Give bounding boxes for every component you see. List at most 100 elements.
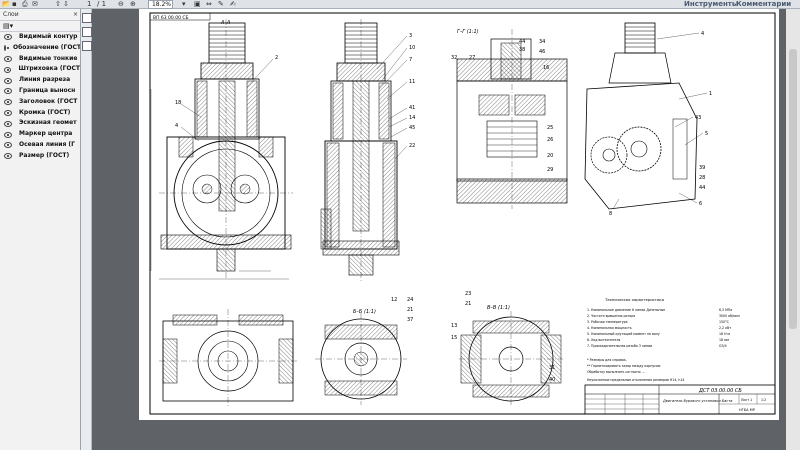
- callout-40: 40: [549, 377, 555, 383]
- print-icon[interactable]: ⎙: [22, 0, 28, 8]
- callout-4: 4: [175, 123, 178, 129]
- drawing-sheet: ВП 63 00.00 СБ А–А 2 18 4 3 10 7 11 41 1…: [139, 9, 779, 420]
- title-block: ДСТ 03.00.00 СБ Двигатель бурового устан…: [584, 384, 776, 415]
- callout-31: 31: [549, 365, 555, 371]
- comments-button[interactable]: Комментарии: [736, 0, 791, 8]
- tech-line: 4. Номинальная мощность: [587, 326, 632, 330]
- tech-value: 6,3 МПа: [719, 308, 732, 312]
- callout-18: 18: [175, 100, 181, 106]
- layers-tab-icon[interactable]: [82, 13, 92, 23]
- eye-icon[interactable]: [4, 45, 9, 52]
- title-org: НГБА МР: [739, 408, 755, 412]
- tech-value: 16 Н·м: [719, 332, 730, 336]
- title-name: Двигатель бурового установки Баста: [662, 399, 732, 403]
- tech-characteristics: Техническая характеристика 1. Номинально…: [587, 297, 740, 382]
- tech-value: 2,2 кВт: [719, 326, 731, 330]
- callout-43: 43: [695, 115, 701, 121]
- open-icon[interactable]: 📂: [2, 0, 11, 8]
- fit-width-icon[interactable]: ⇔: [206, 0, 212, 8]
- layers-panel-header: Слои ×: [0, 9, 80, 21]
- callout-21: 21: [465, 301, 471, 307]
- callout-23: 23: [465, 291, 471, 297]
- tech-value: 18 мм: [719, 338, 729, 342]
- layer-item[interactable]: Граница выносн: [0, 86, 80, 97]
- layer-item[interactable]: Эскизная геомет: [0, 118, 80, 129]
- eye-icon[interactable]: [4, 66, 12, 73]
- callout-27: 27: [469, 55, 475, 61]
- eye-icon[interactable]: [4, 120, 12, 127]
- callout-28: 28: [699, 175, 705, 181]
- callout-24: 24: [407, 297, 413, 303]
- page-number[interactable]: 1: [87, 0, 91, 8]
- tools-button[interactable]: Инструменты: [684, 0, 738, 8]
- close-icon[interactable]: ×: [73, 9, 78, 20]
- tech-line: 7. Присоединительная резьба 3 линии: [587, 344, 652, 348]
- layer-label: Осевая линия (Г: [19, 140, 75, 148]
- layer-label: Размер (ГОСТ): [19, 151, 70, 159]
- eye-icon[interactable]: [4, 55, 12, 62]
- callout-46: 46: [539, 49, 545, 55]
- layer-item[interactable]: Обозначение (ГОСТ: [0, 43, 80, 54]
- callout-29: 29: [547, 167, 553, 173]
- callout-8: 8: [609, 211, 612, 217]
- bookmarks-tab-icon[interactable]: [82, 27, 92, 37]
- tech-line: 6. Ход вытеснителя: [587, 338, 620, 342]
- layer-item[interactable]: Заголовок (ГОСТ: [0, 97, 80, 108]
- section-label-vv: В–В (1:1): [487, 305, 510, 311]
- zoom-level[interactable]: 18.2%: [148, 0, 173, 9]
- fit-page-icon[interactable]: ▣: [194, 0, 201, 8]
- email-icon[interactable]: ✉: [32, 0, 38, 8]
- nav-up-icon[interactable]: ⇧: [55, 0, 61, 8]
- layer-item[interactable]: Видимый контур: [0, 32, 80, 43]
- engineering-drawing: ВП 63 00.00 СБ А–А 2 18 4 3 10 7 11 41 1…: [149, 12, 776, 415]
- eye-icon[interactable]: [4, 88, 12, 95]
- zoom-dropdown-icon[interactable]: ▾: [182, 0, 186, 8]
- attachments-tab-icon[interactable]: [82, 41, 92, 51]
- layer-item[interactable]: Линия разреза: [0, 75, 80, 86]
- callout-26: 26: [547, 137, 553, 143]
- vertical-scrollbar[interactable]: [786, 9, 800, 450]
- scrollbar-thumb[interactable]: [789, 49, 797, 329]
- save-icon[interactable]: ▪: [12, 0, 17, 8]
- callout-44: 44: [519, 39, 525, 45]
- note-line: Неуказанные предельные отклонения размер…: [587, 378, 684, 382]
- callout-41: 41: [409, 105, 415, 111]
- sign-icon[interactable]: ✍: [230, 0, 236, 8]
- callout-10: 10: [409, 45, 415, 51]
- callout-22: 22: [409, 143, 415, 149]
- eye-icon[interactable]: [4, 131, 12, 138]
- zoom-in-icon[interactable]: ⊕: [130, 0, 136, 8]
- callout-25: 25: [547, 125, 553, 131]
- note-line: Обработку выполнить согласно ...: [587, 370, 645, 374]
- eye-icon[interactable]: [4, 34, 12, 41]
- layer-item[interactable]: Размер (ГОСТ): [0, 151, 80, 162]
- layer-item[interactable]: Штриховка (ГОСТ: [0, 64, 80, 75]
- comment-icon[interactable]: ✎: [218, 0, 224, 8]
- layers-panel-title: Слои: [3, 11, 19, 18]
- layer-item[interactable]: Маркер центра: [0, 129, 80, 140]
- zoom-out-icon[interactable]: ⊖: [118, 0, 124, 8]
- layer-item[interactable]: Видимые тонкие: [0, 54, 80, 65]
- layer-list: Видимый контур Обозначение (ГОСТ Видимые…: [0, 32, 80, 162]
- callout-42: 21: [407, 307, 413, 313]
- callout-2: 2: [275, 55, 278, 61]
- callout-38: 38: [519, 47, 525, 53]
- view-g-g: Г–Г (1:1) 32 27 44 38 34 46 16 25 26 20 …: [451, 29, 568, 209]
- eye-icon[interactable]: [4, 142, 12, 149]
- callout-16: 16: [543, 65, 549, 71]
- layer-label: Штриховка (ГОСТ: [18, 65, 80, 73]
- callout-4-iso: 4: [701, 31, 704, 37]
- layer-item[interactable]: Осевая линия (Г: [0, 140, 80, 151]
- eye-icon[interactable]: [4, 99, 12, 106]
- callout-1: 1: [709, 91, 712, 97]
- note-line: * Размеры для справок.: [587, 358, 627, 362]
- layer-item[interactable]: Кромка (ГОСТ): [0, 108, 80, 119]
- layer-label: Маркер центра: [19, 130, 73, 138]
- eye-icon[interactable]: [4, 153, 12, 160]
- eye-icon[interactable]: [4, 109, 12, 116]
- layers-options-button[interactable]: ▤▾: [0, 21, 80, 32]
- eye-icon[interactable]: [4, 77, 12, 84]
- callout-32: 32: [451, 55, 457, 61]
- nav-down-icon[interactable]: ⇩: [63, 0, 69, 8]
- layer-label: Видимые тонкие: [19, 54, 78, 62]
